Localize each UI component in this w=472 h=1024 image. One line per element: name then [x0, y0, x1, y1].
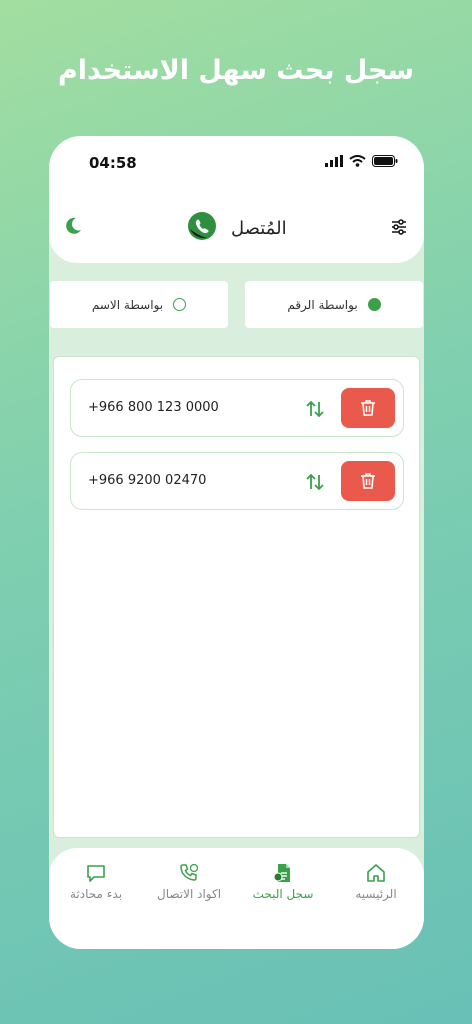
delete-button[interactable]: [341, 388, 395, 428]
top-bar: 04:58 المُتصل: [49, 136, 424, 263]
trash-icon: [361, 473, 375, 489]
signal-icon: [325, 155, 343, 167]
search-history-list: +966 800 123 0000 +966 9200 02470: [53, 356, 420, 838]
nav-history-label: سجل البحث: [252, 887, 314, 901]
phone-call-icon: [180, 863, 199, 881]
radio-selected-icon: [367, 298, 381, 311]
app-brand: المُتصل: [187, 211, 287, 245]
history-document-icon: [273, 864, 290, 882]
search-by-name-label: بواسطة الاسم: [91, 297, 164, 312]
history-phone: +966 9200 02470: [88, 473, 207, 488]
filter-settings-icon[interactable]: [390, 218, 408, 240]
battery-icon: [372, 155, 398, 167]
chat-bubble-icon: [87, 865, 105, 882]
radio-unselected-icon: [173, 298, 187, 311]
delete-button[interactable]: [341, 461, 395, 501]
bottom-navigation: الرئيسيه سجل البحث اكواد الاتصال بدء محا…: [49, 848, 424, 949]
nav-chat-label: بدء محادثة: [69, 887, 123, 901]
nav-home-label: الرئيسيه: [355, 887, 397, 901]
history-item[interactable]: +966 9200 02470: [70, 452, 404, 510]
swap-icon[interactable]: [305, 399, 325, 423]
nav-start-chat[interactable]: بدء محادثة: [61, 862, 131, 901]
history-phone: +966 800 123 0000: [88, 400, 219, 415]
phone-logo-icon: [187, 211, 217, 245]
history-item[interactable]: +966 800 123 0000: [70, 379, 404, 437]
status-icons: [325, 155, 398, 167]
search-by-number-option[interactable]: بواسطة الرقم: [245, 281, 423, 328]
nav-calling-codes[interactable]: اكواد الاتصال: [149, 862, 229, 901]
home-icon: [367, 864, 385, 882]
moon-icon[interactable]: [63, 216, 83, 240]
app-header: المُتصل: [49, 208, 424, 248]
wifi-icon: [349, 155, 366, 167]
phone-screen: 04:58 المُتصل بواسطة الرقم بواسطة الاسم …: [49, 136, 424, 949]
app-title: المُتصل: [231, 217, 287, 239]
hero-title: سجل بحث سهل الاستخدام: [58, 55, 414, 86]
search-by-name-option[interactable]: بواسطة الاسم: [50, 281, 228, 328]
trash-icon: [361, 400, 375, 416]
swap-icon[interactable]: [305, 472, 325, 496]
status-time: 04:58: [89, 154, 137, 172]
search-by-number-label: بواسطة الرقم: [287, 297, 358, 312]
nav-codes-label: اكواد الاتصال: [156, 887, 222, 901]
nav-home[interactable]: الرئيسيه: [346, 862, 406, 901]
nav-search-history[interactable]: سجل البحث: [249, 862, 317, 901]
